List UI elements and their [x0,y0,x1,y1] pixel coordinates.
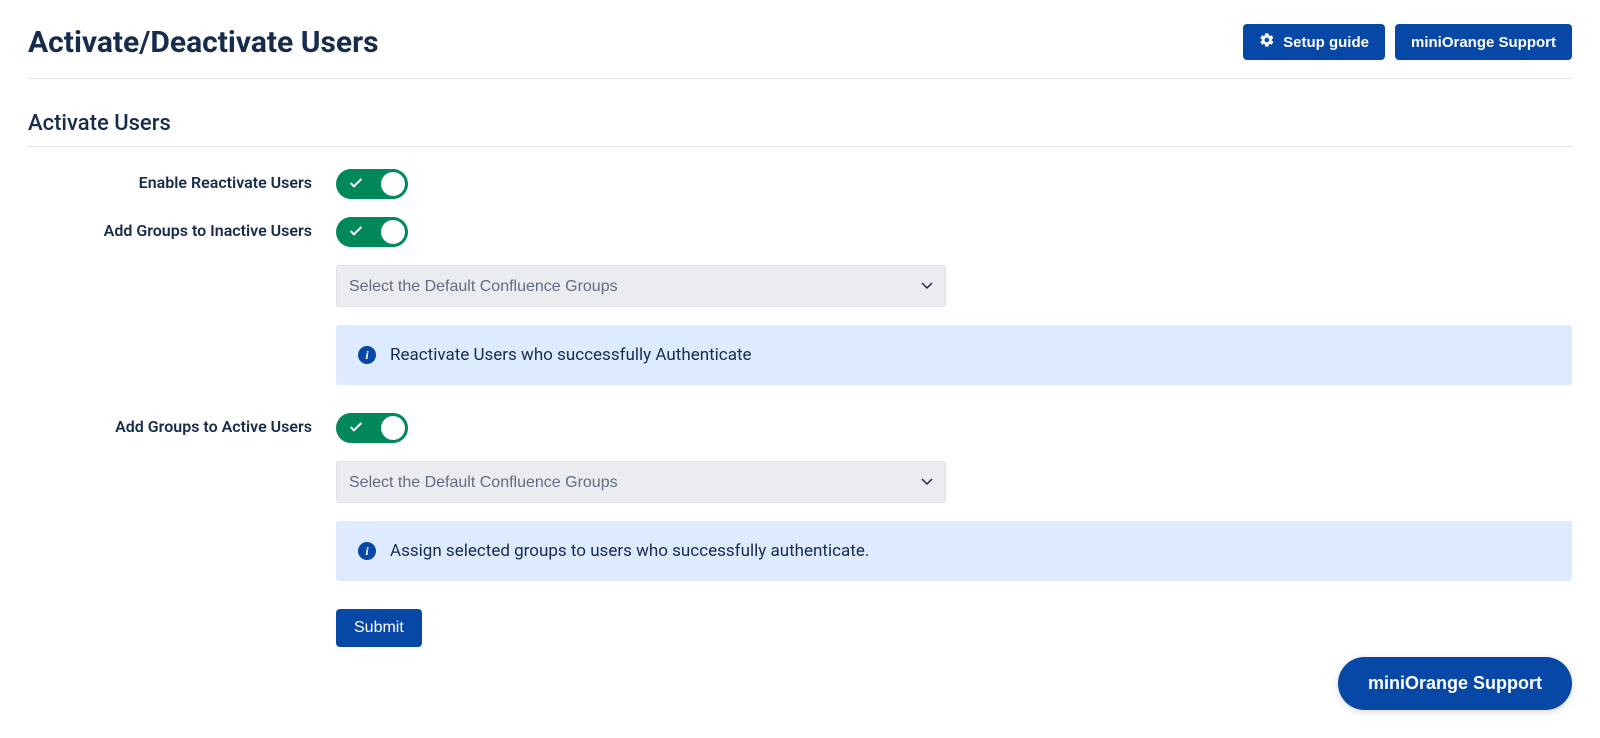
check-icon [348,419,364,439]
activate-users-form: Enable Reactivate Users Add Groups to In… [28,169,1572,647]
page-header: Activate/Deactivate Users Setup guide mi… [28,24,1572,79]
add-groups-active-label: Add Groups to Active Users [28,413,336,436]
info-icon: i [358,346,376,364]
toggle-knob [381,220,405,244]
row-active-groups-select: Select the Default Confluence Groups [336,461,1572,503]
toggle-knob [381,172,405,196]
info-banner-assign: i Assign selected groups to users who su… [336,521,1572,581]
add-groups-inactive-toggle[interactable] [336,217,408,247]
enable-reactivate-toggle[interactable] [336,169,408,199]
inactive-default-groups-select[interactable]: Select the Default Confluence Groups [336,265,946,307]
check-icon [348,175,364,195]
floating-support-button[interactable]: miniOrange Support [1338,657,1572,710]
info-icon: i [358,542,376,560]
row-inactive-groups-select: Select the Default Confluence Groups [336,265,1572,307]
active-default-groups-select[interactable]: Select the Default Confluence Groups [336,461,946,503]
submit-button[interactable]: Submit [336,609,422,647]
row-enable-reactivate: Enable Reactivate Users [28,169,1572,199]
setup-guide-label: Setup guide [1283,34,1369,51]
section-title: Activate Users [28,111,1572,147]
miniorange-support-button[interactable]: miniOrange Support [1395,24,1572,60]
toggle-knob [381,416,405,440]
add-groups-inactive-label: Add Groups to Inactive Users [28,217,336,240]
info-banner-reactivate: i Reactivate Users who successfully Auth… [336,325,1572,385]
page-title: Activate/Deactivate Users [28,25,378,60]
enable-reactivate-label: Enable Reactivate Users [28,169,336,192]
row-add-groups-active: Add Groups to Active Users [28,413,1572,443]
support-label: miniOrange Support [1411,34,1556,51]
add-groups-active-toggle[interactable] [336,413,408,443]
info-assign-text: Assign selected groups to users who succ… [390,541,869,561]
header-actions: Setup guide miniOrange Support [1243,24,1572,60]
submit-row: Submit [336,609,1572,647]
check-icon [348,223,364,243]
setup-guide-button[interactable]: Setup guide [1243,24,1385,60]
gear-icon [1259,32,1275,52]
row-add-groups-inactive: Add Groups to Inactive Users [28,217,1572,247]
info-reactivate-text: Reactivate Users who successfully Authen… [390,345,752,365]
